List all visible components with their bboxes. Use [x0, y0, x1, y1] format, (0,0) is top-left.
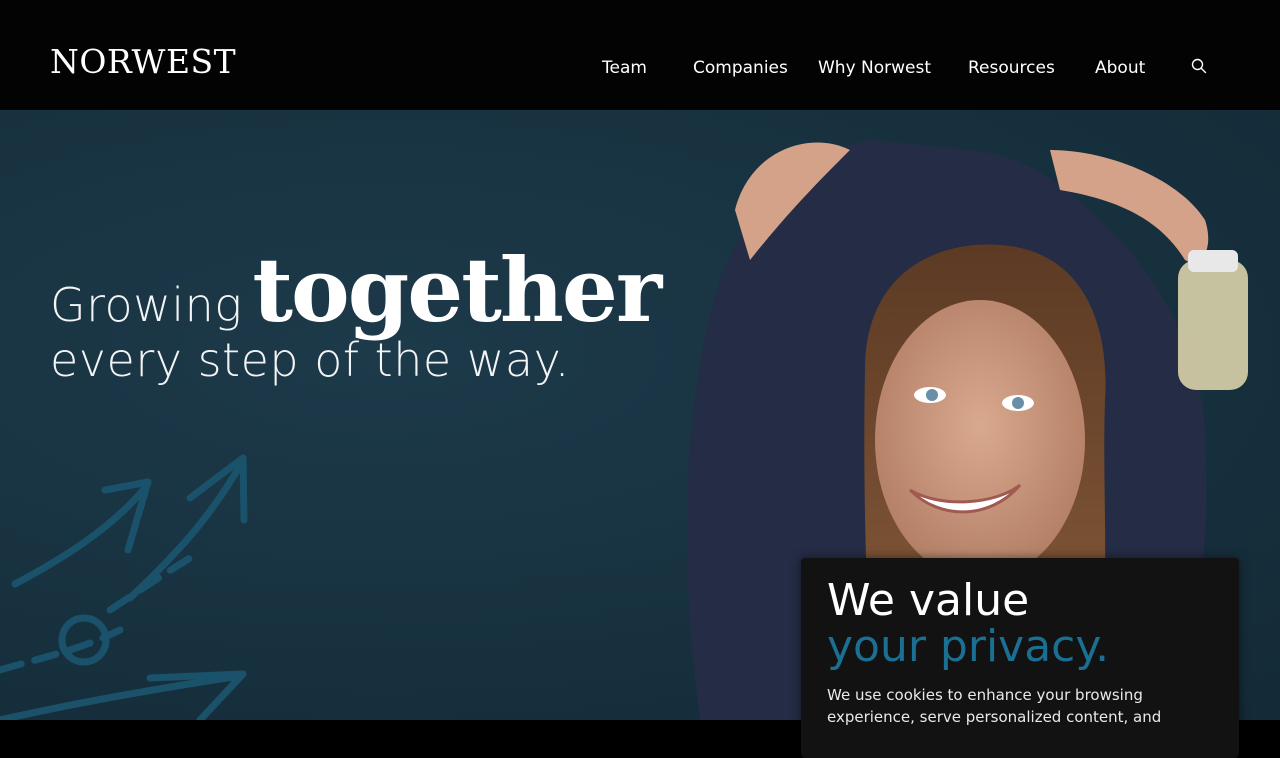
nav-item-resources[interactable]: Resources [968, 56, 1055, 80]
nav-item-about[interactable]: About [1095, 56, 1145, 80]
main-nav: Team Companies Why Norwest Resources Abo… [0, 56, 1280, 80]
headline-line-1: Growing together [50, 238, 662, 342]
headline-growing: Growing [50, 278, 243, 332]
search-icon[interactable] [1191, 58, 1207, 74]
nav-item-why-norwest[interactable]: Why Norwest [818, 56, 931, 80]
headline-line-2: every step of the way. [50, 333, 570, 387]
decorative-arrows-graphic [0, 454, 248, 720]
nav-item-team[interactable]: Team [602, 56, 647, 80]
cookie-body-text: We use cookies to enhance your browsing … [827, 686, 1162, 726]
nav-item-companies[interactable]: Companies [693, 56, 788, 80]
headline-together: together [252, 238, 662, 342]
cookie-title-line-1: We value [827, 575, 1030, 626]
cookie-title-line-2: your privacy. [827, 621, 1110, 672]
site-header: NORWEST Team Companies Why Norwest Resou… [0, 0, 1280, 110]
cookie-consent-banner: We value your privacy. We use cookies to… [801, 558, 1239, 758]
